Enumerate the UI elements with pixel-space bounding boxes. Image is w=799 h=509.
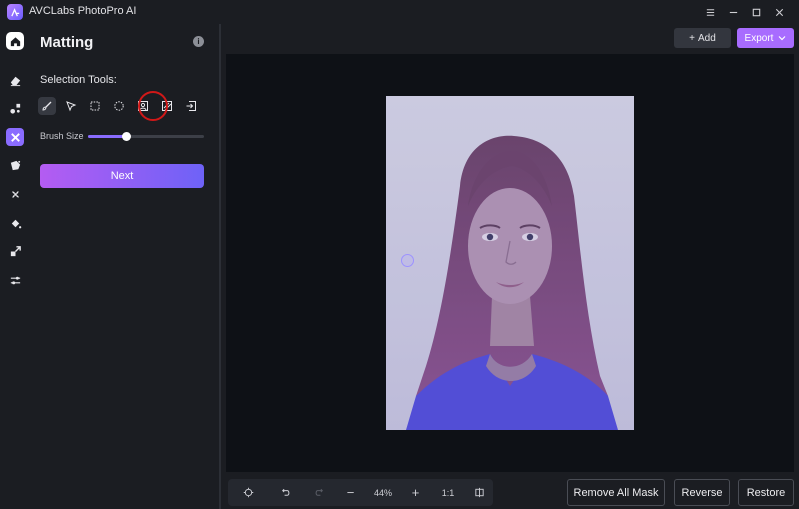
- zoom-out-button[interactable]: −: [342, 484, 359, 501]
- restore-button[interactable]: Restore: [738, 479, 794, 506]
- app-title: AVCLabs PhotoPro AI: [29, 5, 137, 17]
- portrait-select-icon[interactable]: [134, 97, 152, 115]
- zoom-in-button[interactable]: +: [407, 484, 424, 501]
- tool-rail: [0, 24, 30, 509]
- face-enhance-icon[interactable]: [6, 156, 24, 174]
- pointer-icon[interactable]: [62, 97, 80, 115]
- actual-size-button[interactable]: 1:1: [438, 484, 458, 501]
- minimize-icon[interactable]: [722, 3, 745, 21]
- app-logo-icon: [7, 4, 23, 20]
- expand-icon[interactable]: [6, 242, 24, 260]
- sliders-icon[interactable]: [6, 271, 24, 289]
- export-label: Export: [744, 32, 774, 44]
- top-bar: + Add Export: [221, 24, 799, 52]
- add-button[interactable]: + Add: [674, 28, 731, 48]
- shapes-icon[interactable]: [6, 99, 24, 117]
- export-button[interactable]: Export: [737, 28, 794, 48]
- zoom-level: 44%: [373, 487, 392, 498]
- matting-panel: Matting i Selection Tools: Brush Size Ne…: [30, 24, 219, 509]
- paint-bucket-icon[interactable]: [6, 214, 24, 232]
- view-controls: − 44% + 1:1: [228, 479, 493, 506]
- compare-icon[interactable]: [471, 484, 488, 501]
- brush-size-slider[interactable]: [88, 132, 204, 141]
- brush-icon[interactable]: [38, 97, 56, 115]
- brush-cursor: [401, 254, 414, 267]
- hatch-select-icon[interactable]: [158, 97, 176, 115]
- matting-icon[interactable]: [6, 128, 24, 146]
- info-icon[interactable]: i: [193, 36, 204, 47]
- image-canvas[interactable]: [226, 54, 794, 472]
- eraser-icon[interactable]: [6, 71, 24, 89]
- remove-all-mask-button[interactable]: Remove All Mask: [567, 479, 665, 506]
- title-bar: AVCLabs PhotoPro AI: [0, 0, 799, 24]
- add-label: Add: [698, 32, 716, 44]
- reverse-button[interactable]: Reverse: [674, 479, 730, 506]
- menu-icon[interactable]: [699, 3, 722, 21]
- fit-screen-icon[interactable]: [240, 484, 257, 501]
- brush-size-fill: [88, 135, 127, 138]
- maximize-icon[interactable]: [745, 3, 768, 21]
- home-icon[interactable]: [6, 32, 24, 50]
- close-icon[interactable]: [768, 3, 791, 21]
- ellipse-select-icon[interactable]: [110, 97, 128, 115]
- portrait-photo: [386, 96, 634, 430]
- plus-icon: +: [689, 32, 696, 44]
- panel-title: Matting: [40, 34, 94, 51]
- redo-icon[interactable]: [311, 484, 328, 501]
- undo-icon[interactable]: [277, 484, 294, 501]
- fan-icon[interactable]: [6, 185, 24, 203]
- bottom-bar: − 44% + 1:1 Remove All Mask Reverse Rest…: [221, 476, 799, 509]
- brush-size-thumb[interactable]: [121, 132, 131, 141]
- rect-select-icon[interactable]: [86, 97, 104, 115]
- selection-tools-label: Selection Tools:: [40, 74, 117, 86]
- chevron-down-icon: [779, 36, 786, 41]
- brush-size-label: Brush Size: [40, 131, 84, 141]
- import-icon[interactable]: [182, 97, 200, 115]
- next-button[interactable]: Next: [40, 164, 204, 188]
- panel-divider: [219, 24, 221, 509]
